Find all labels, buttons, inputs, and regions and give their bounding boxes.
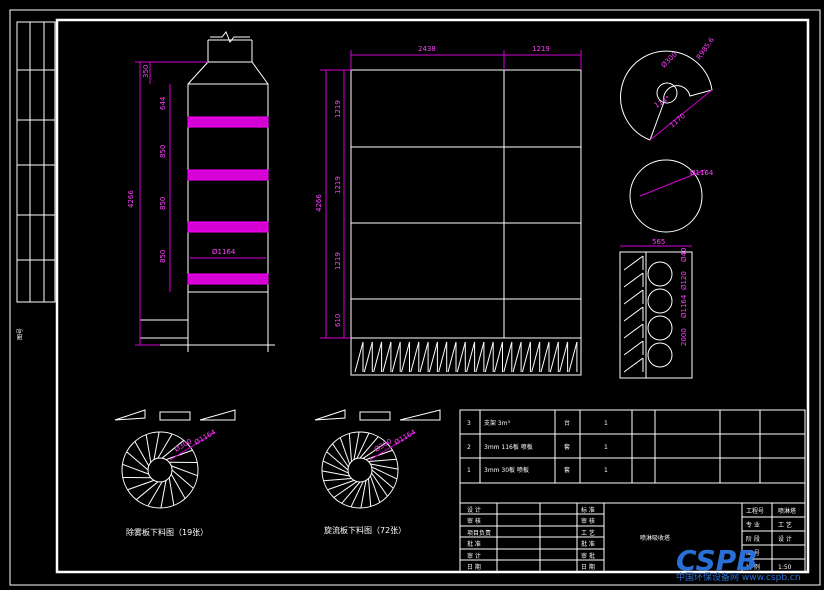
cone-development: Ø300 R985.6 114° 1170 <box>620 36 716 141</box>
tb-mid-5: 审 批 <box>581 552 595 560</box>
fan-blade-right: Ø300 Ø1164 旋流板下料图（72张） <box>314 409 441 535</box>
panel-zigzag <box>354 341 578 373</box>
tower-band-4 <box>187 273 269 285</box>
tower-band-3 <box>187 221 269 233</box>
bom-row1-no: 3 <box>467 420 471 427</box>
tb-right-2b: 工 艺 <box>778 521 792 529</box>
bom-table: 3 支架 3m³ 台 1 2 3mm 116板 喷板 套 1 1 3mm 30板… <box>459 409 806 484</box>
panel-width-b: 1219 <box>532 45 550 53</box>
plate-label-4: 2000 <box>680 328 688 346</box>
tb-left-2: 审 核 <box>467 517 481 525</box>
bom-row2-qty: 1 <box>604 444 608 451</box>
tower-diameter: Ø1164 <box>212 248 236 256</box>
panel-h4: 610 <box>334 314 342 327</box>
bom-row3-name: 3mm 30板 喷板 <box>484 466 529 474</box>
tb-drawing-name: 喷淋吸收塔 <box>640 534 670 542</box>
panel-h3: 1219 <box>334 252 342 270</box>
tb-mid-3: 工 艺 <box>581 529 595 537</box>
tb-right-1a: 工程号 <box>746 507 764 515</box>
bom-row1-name: 支架 3m³ <box>484 419 511 427</box>
tower-dim-2: 850 <box>159 145 167 158</box>
tb-mid-2: 审 核 <box>581 517 595 525</box>
fan-right-dia-b: Ø1164 <box>393 428 418 447</box>
tb-right-3a: 阶 段 <box>746 535 760 543</box>
outer-border <box>9 9 821 586</box>
tb-right-5b: 1:50 <box>778 564 792 571</box>
tower-band-2 <box>187 169 269 181</box>
watermark-sub-text: 中国环保设备网 www.cspb.cn <box>676 571 801 583</box>
bom-row1-unit: 台 <box>564 419 570 427</box>
tb-left-5: 审 计 <box>467 552 481 560</box>
tower-dim-top: 350 <box>142 65 150 78</box>
cone-dia-top: Ø300 <box>660 50 679 69</box>
tower-dim-total: 4266 <box>127 190 135 208</box>
fan-blade-left: Ø300 Ø1164 除雾板下料图（19张） <box>114 409 236 537</box>
tb-mid-6: 日 期 <box>581 563 595 571</box>
tower-elevation: 4266 350 644 850 850 850 Ø1164 <box>127 31 275 352</box>
fan-right-caption: 旋流板下料图（72张） <box>324 525 406 535</box>
tb-mid-4: 批 准 <box>581 540 595 548</box>
circle-dia: Ø1164 <box>690 169 714 177</box>
tower-band-1 <box>187 116 269 128</box>
tb-right-3b: 设 计 <box>778 535 792 543</box>
plate-label-3: Ø1164 <box>680 294 688 318</box>
tb-left-4: 批 准 <box>467 540 481 548</box>
cone-width: 1170 <box>668 112 687 130</box>
tb-right-2a: 专 业 <box>746 521 760 529</box>
tower-dim-4: 850 <box>159 250 167 263</box>
panel-layout: 2438 1219 4266 1219 1219 1219 610 <box>315 45 582 376</box>
tb-left-1: 设 计 <box>467 506 481 514</box>
cone-radius: R985.6 <box>695 36 716 61</box>
tower-dim-3: 850 <box>159 197 167 210</box>
left-strip: 图号 <box>16 21 56 340</box>
bom-row2-no: 2 <box>467 444 471 451</box>
left-strip-label: 图号 <box>17 328 24 340</box>
panel-height-total: 4266 <box>315 194 323 212</box>
bom-row3-qty: 1 <box>604 467 608 474</box>
tb-left-6: 日 期 <box>467 563 481 571</box>
bom-row3-unit: 套 <box>564 466 570 474</box>
plate-label-2: Ø120 <box>680 271 688 290</box>
tb-left-3: 项目负责 <box>467 529 491 537</box>
plate-width: 565 <box>652 238 665 246</box>
panel-h2: 1219 <box>334 176 342 194</box>
bom-row3-no: 1 <box>467 467 471 474</box>
fan-left-dia-b: Ø1164 <box>193 428 218 447</box>
tb-right-1b: 喷淋塔 <box>778 507 796 515</box>
tb-mid-1: 标 准 <box>581 506 595 514</box>
panel-width-a: 2438 <box>418 45 436 53</box>
bom-row2-name: 3mm 116板 喷板 <box>484 443 533 451</box>
panel-h1: 1219 <box>334 100 342 118</box>
bom-row2-unit: 套 <box>564 443 570 451</box>
fan-left-caption: 除雾板下料图（19张） <box>126 527 208 537</box>
bom-row1-qty: 1 <box>604 420 608 427</box>
perforated-plate: 565 Ø40 Ø120 Ø1164 2000 <box>619 238 693 379</box>
circle-plate: Ø1164 <box>629 159 714 233</box>
tower-dim-1: 644 <box>159 96 167 110</box>
plate-label-1: Ø40 <box>680 248 688 262</box>
cad-drawing: 图号 4266 350 644 850 850 850 Ø1164 2438 1… <box>9 9 821 586</box>
